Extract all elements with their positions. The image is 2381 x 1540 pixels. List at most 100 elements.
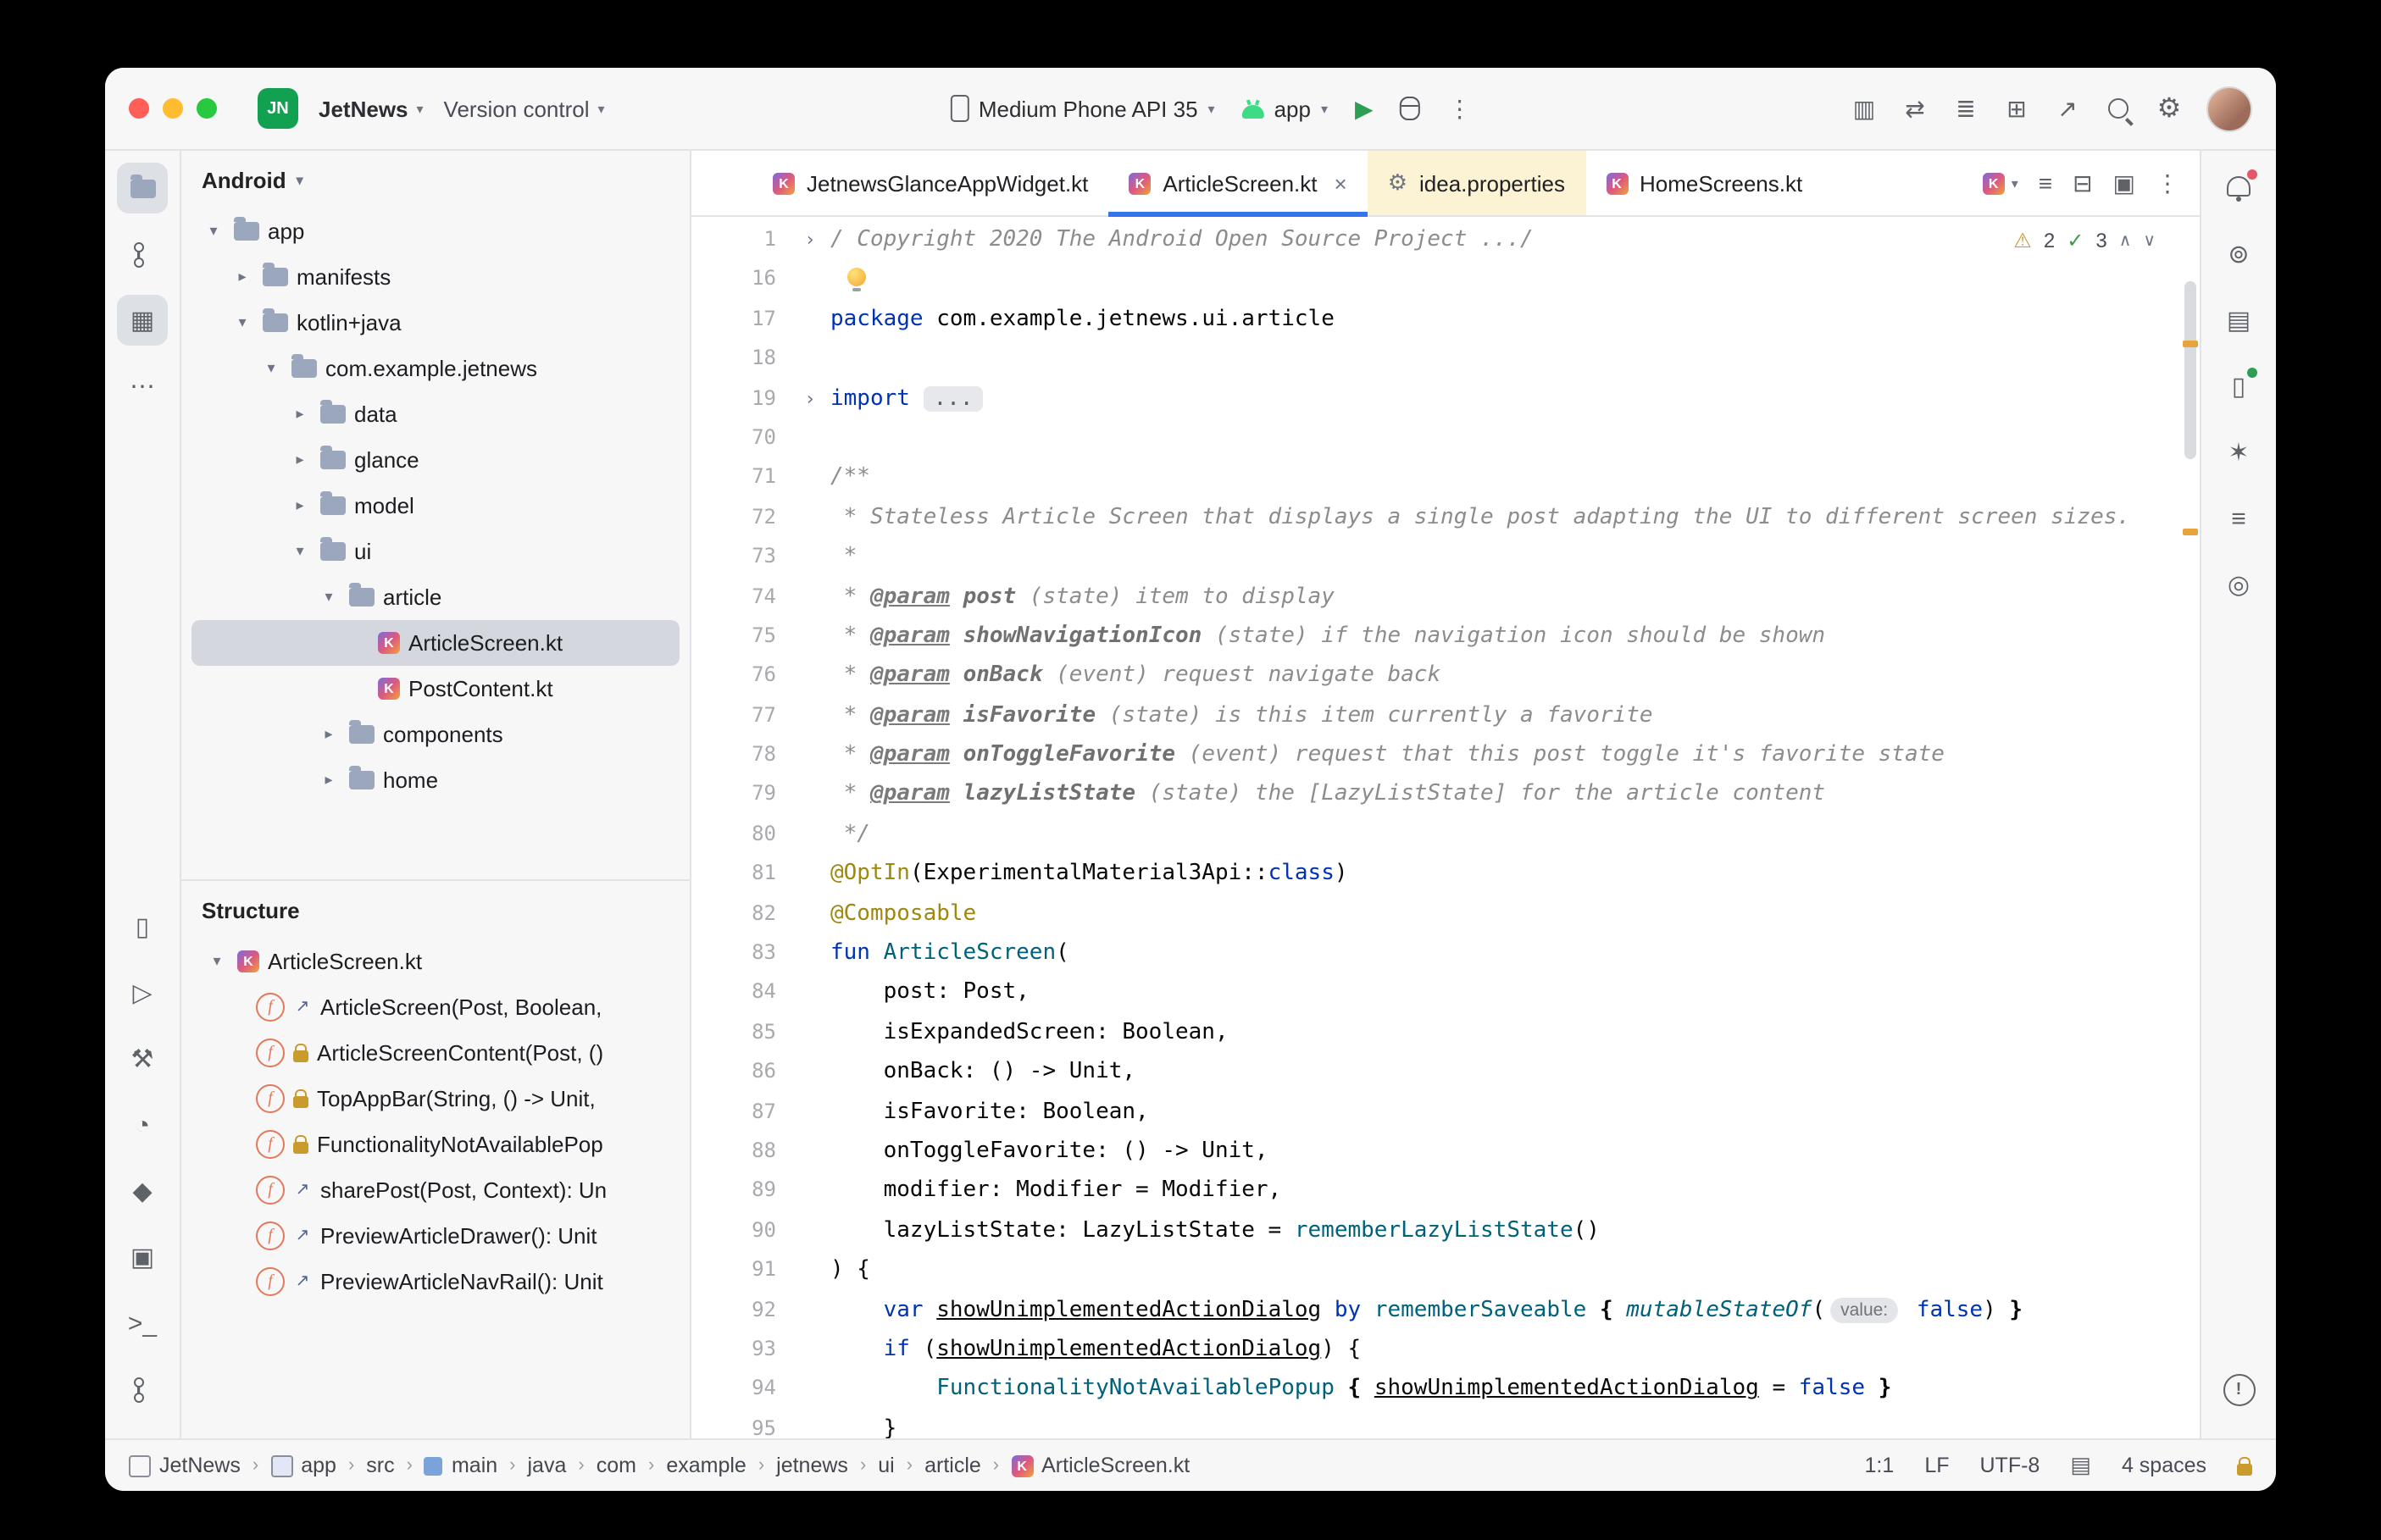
- close-icon[interactable]: ×: [1335, 170, 1347, 196]
- profiler-icon[interactable]: ◔: [117, 1100, 168, 1150]
- more-tool-windows-icon[interactable]: ⋯: [117, 361, 168, 412]
- version-control-menu[interactable]: Version control ▾: [444, 96, 605, 121]
- tree-item-postcontent-kt[interactable]: KPostContent.kt: [191, 666, 680, 712]
- inspection-widget[interactable]: ⚠ 2 ✓ 3 ∧ ∨: [2006, 225, 2162, 256]
- chevron-down-icon[interactable]: ▾: [202, 222, 225, 241]
- breadcrumb-item-jetnews[interactable]: jetnews: [776, 1454, 848, 1477]
- code-line[interactable]: 79 * @param lazyListState (state) the [L…: [691, 775, 2200, 815]
- code-line[interactable]: 76 * @param onBack (event) request navig…: [691, 656, 2200, 696]
- tree-item-ui[interactable]: ▾ui: [191, 529, 680, 574]
- search-everywhere-button[interactable]: [2096, 86, 2140, 130]
- chevron-down-icon[interactable]: ▾: [230, 313, 254, 332]
- app-inspection-icon[interactable]: ◎: [2213, 559, 2264, 610]
- structure-item[interactable]: fArticleScreenContent(Post, (): [191, 1030, 680, 1076]
- code-line[interactable]: 94 FunctionalityNotAvailablePopup { show…: [691, 1370, 2200, 1410]
- notifications-icon[interactable]: [2213, 163, 2264, 213]
- split-editor-icon[interactable]: ⊟: [2073, 169, 2092, 197]
- project-view-header[interactable]: Android ▾: [181, 151, 690, 208]
- hidden-tabs-button[interactable]: K▾: [1983, 172, 2018, 194]
- releases-icon[interactable]: ▣: [117, 1232, 168, 1282]
- editor-more-icon[interactable]: ⋮: [2156, 169, 2179, 197]
- breadcrumb-item-src[interactable]: src: [366, 1454, 394, 1477]
- tree-item-model[interactable]: ▸model: [191, 483, 680, 529]
- caret-position[interactable]: 1:1: [1865, 1454, 1895, 1477]
- code-line[interactable]: 89 modifier: Modifier = Modifier,: [691, 1172, 2200, 1211]
- code-line[interactable]: 81@OptIn(ExperimentalMaterial3Api::class…: [691, 855, 2200, 895]
- tree-item-kotlin-java[interactable]: ▾kotlin+java: [191, 300, 680, 346]
- run-button[interactable]: ▶: [1355, 94, 1374, 123]
- structure-item[interactable]: f↗ArticleScreen(Post, Boolean,: [191, 984, 680, 1030]
- code-line[interactable]: 88 onToggleFavorite: () -> Unit,: [691, 1132, 2200, 1172]
- tree-item-home[interactable]: ▸home: [191, 757, 680, 803]
- fold-chevron-icon[interactable]: ›: [790, 220, 830, 260]
- run-configuration-selector[interactable]: app ▾: [1242, 96, 1328, 121]
- user-avatar[interactable]: [2206, 86, 2252, 131]
- encoding[interactable]: UTF-8: [1980, 1454, 2040, 1477]
- breadcrumb-item-jetnews[interactable]: JetNews: [129, 1454, 241, 1477]
- breadcrumb-item-java[interactable]: java: [528, 1454, 567, 1477]
- tree-item-components[interactable]: ▸components: [191, 712, 680, 757]
- breadcrumb-item-app[interactable]: app: [270, 1454, 336, 1477]
- tree-item-articlescreen-kt[interactable]: KArticleScreen.kt: [191, 620, 680, 666]
- minimize-window-button[interactable]: [163, 98, 183, 119]
- code-line[interactable]: 78 * @param onToggleFavorite (event) req…: [691, 735, 2200, 775]
- code-line[interactable]: 80 */: [691, 815, 2200, 855]
- close-window-button[interactable]: [129, 98, 149, 119]
- chevron-down-icon[interactable]: ▾: [288, 542, 312, 561]
- app-quality-insights-icon[interactable]: ◆: [117, 1166, 168, 1216]
- code-line[interactable]: 17package com.example.jetnews.ui.article: [691, 300, 2200, 340]
- chevron-right-icon[interactable]: ▸: [317, 771, 341, 789]
- breadcrumb-item-example[interactable]: example: [666, 1454, 746, 1477]
- code-line[interactable]: 74 * @param post (state) item to display: [691, 577, 2200, 617]
- chevron-down-icon[interactable]: ▾: [317, 588, 341, 607]
- code-line[interactable]: 75 * @param showNavigationIcon (state) i…: [691, 617, 2200, 656]
- next-problem-button[interactable]: ∨: [2143, 231, 2156, 250]
- code-line[interactable]: 85 isExpandedScreen: Boolean,: [691, 1013, 2200, 1053]
- editor-scrollbar[interactable]: [2179, 217, 2200, 1438]
- layout-validation-icon[interactable]: ▥: [1842, 86, 1886, 130]
- tree-item-data[interactable]: ▸data: [191, 391, 680, 437]
- previous-problem-button[interactable]: ∧: [2119, 231, 2132, 250]
- chevron-right-icon[interactable]: ▸: [288, 451, 312, 469]
- version-control-icon[interactable]: [117, 229, 168, 280]
- structure-item[interactable]: f↗PreviewArticleDrawer(): Unit: [191, 1213, 680, 1259]
- chevron-right-icon[interactable]: ▸: [288, 496, 312, 515]
- readonly-lock-icon[interactable]: [2237, 1456, 2252, 1475]
- breadcrumb-item-main[interactable]: main: [425, 1454, 497, 1477]
- more-actions-button[interactable]: ⋮: [1448, 94, 1474, 123]
- code-line[interactable]: 71/**: [691, 458, 2200, 498]
- device-manager-icon[interactable]: ▯: [117, 901, 168, 952]
- task-list-icon[interactable]: ≣: [1944, 86, 1988, 130]
- share-icon[interactable]: ↗: [2045, 86, 2090, 130]
- code-line[interactable]: 77 * @param isFavorite (state) is this i…: [691, 695, 2200, 735]
- device-selector[interactable]: Medium Phone API 35 ▾: [950, 95, 1215, 122]
- sync-icon[interactable]: ⇄: [1893, 86, 1937, 130]
- breadcrumb-item-articlescreen-kt[interactable]: KArticleScreen.kt: [1011, 1454, 1190, 1477]
- code-line[interactable]: 83fun ArticleScreen(: [691, 933, 2200, 973]
- tab-idea-properties[interactable]: ⚙idea.properties: [1368, 151, 1585, 215]
- zoom-window-button[interactable]: [197, 98, 217, 119]
- run-icon[interactable]: ▷: [117, 967, 168, 1018]
- code-line[interactable]: 87 isFavorite: Boolean,: [691, 1092, 2200, 1132]
- code-line[interactable]: 19›import ...: [691, 379, 2200, 418]
- preview-icon[interactable]: ▣: [2113, 169, 2135, 197]
- fold-chevron-icon[interactable]: ›: [790, 379, 830, 418]
- code-line[interactable]: 90 lazyListState: LazyListState = rememb…: [691, 1211, 2200, 1251]
- debug-button[interactable]: [1401, 97, 1421, 120]
- code-line[interactable]: 73 *: [691, 537, 2200, 577]
- code-line[interactable]: 91) {: [691, 1250, 2200, 1290]
- tree-item-manifests[interactable]: ▸manifests: [191, 254, 680, 300]
- structure-item[interactable]: f↗PreviewArticleNavRail(): Unit: [191, 1259, 680, 1305]
- project-icon[interactable]: [117, 163, 168, 213]
- indent-config[interactable]: 4 spaces: [2122, 1454, 2206, 1477]
- code-line[interactable]: 95 }: [691, 1409, 2200, 1438]
- problems-icon[interactable]: !: [2213, 1364, 2264, 1415]
- chevron-down-icon[interactable]: ▾: [205, 952, 229, 971]
- tab-homescreens-kt[interactable]: KHomeScreens.kt: [1585, 151, 1823, 215]
- warning-stripe-mark[interactable]: [2183, 341, 2198, 347]
- tree-item-com-example-jetnews[interactable]: ▾com.example.jetnews: [191, 346, 680, 391]
- structure-item[interactable]: fTopAppBar(String, () -> Unit,: [191, 1076, 680, 1122]
- warning-stripe-mark[interactable]: [2183, 529, 2198, 535]
- resource-manager-icon[interactable]: ▦: [117, 295, 168, 346]
- structure-root-file[interactable]: ▾KArticleScreen.kt: [191, 939, 680, 984]
